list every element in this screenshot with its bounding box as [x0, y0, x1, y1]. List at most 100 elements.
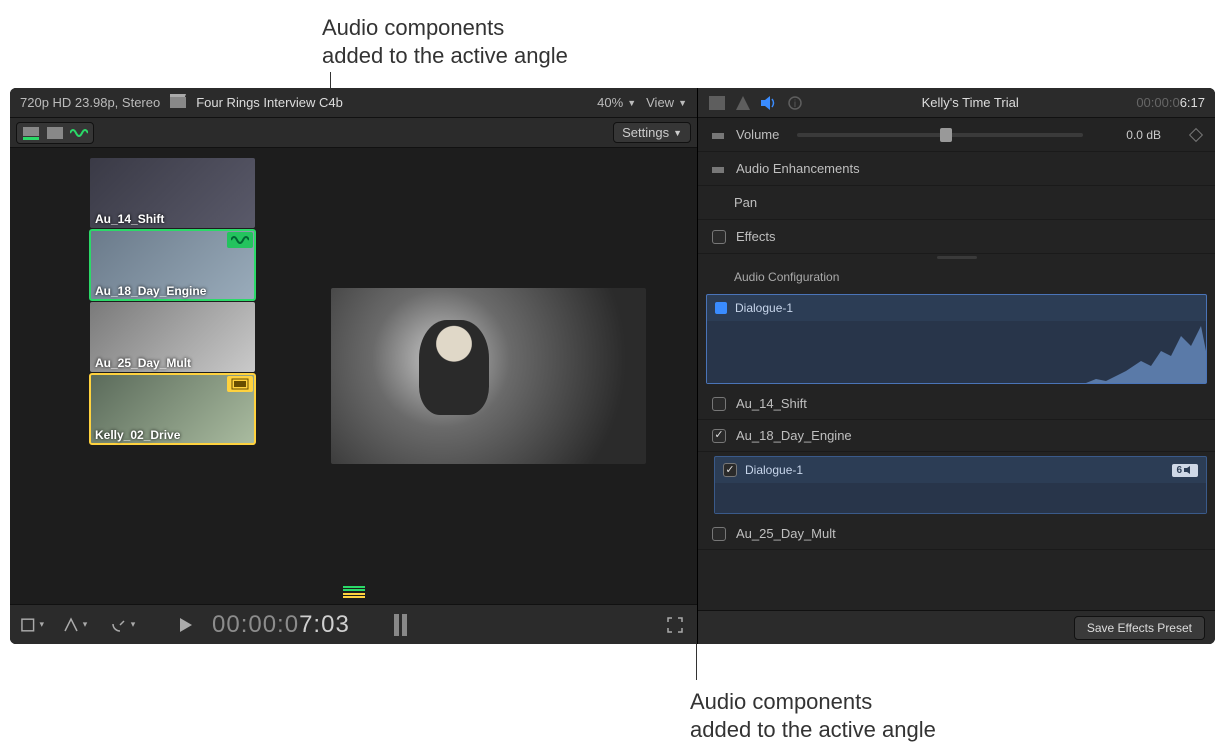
component-label: Au_25_Day_Mult: [736, 526, 836, 541]
speed-tool-dropdown[interactable]: ▾: [106, 615, 140, 635]
play-button[interactable]: [174, 615, 198, 635]
component-label: Au_14_Shift: [736, 396, 807, 411]
preview-area: [280, 148, 697, 604]
audio-config-title: Audio Configuration: [698, 260, 1215, 290]
multicam-role-icon: [715, 302, 727, 314]
audio-sub-component[interactable]: Dialogue-1 6: [714, 456, 1207, 514]
inspector-tc-bright: 6:17: [1180, 95, 1205, 110]
viewer-clip-title: Four Rings Interview C4b: [196, 95, 343, 110]
audio-component-row[interactable]: Au_14_Shift: [698, 388, 1215, 420]
timecode-display[interactable]: 00:00:07:03: [212, 610, 350, 639]
zoom-dropdown[interactable]: 40% ▼: [597, 95, 636, 110]
angle-viewer-panel: 720p HD 23.98p, Stereo Four Rings Interv…: [10, 88, 698, 644]
audio-active-badge-icon: [227, 232, 253, 248]
angle-item-active-video[interactable]: Kelly_02_Drive: [90, 374, 255, 444]
viewer-format-text: 720p HD 23.98p, Stereo: [20, 95, 160, 110]
viewer-header: 720p HD 23.98p, Stereo Four Rings Interv…: [10, 88, 697, 118]
callout-top-line1: Audio components added to the active ang…: [322, 15, 568, 68]
audio-component-main[interactable]: Dialogue-1: [706, 294, 1207, 384]
speaker-icon: [1184, 466, 1194, 474]
effects-checkbox[interactable]: [712, 230, 726, 244]
angle-item[interactable]: Au_25_Day_Mult: [90, 302, 255, 372]
switch-mode-group: [16, 122, 94, 144]
video-audio-mode-icon[interactable]: [21, 125, 41, 141]
volume-slider[interactable]: [797, 133, 1083, 137]
effects-label: Effects: [736, 229, 776, 244]
angle-toolbar: Settings ▼: [10, 118, 697, 148]
volume-readout: 0.0 dB: [1101, 128, 1161, 142]
angle-label: Au_25_Day_Mult: [90, 354, 255, 372]
component-checkbox[interactable]: [712, 397, 726, 411]
audio-enhancements-row[interactable]: Audio Enhancements: [698, 152, 1215, 186]
callout-top: Audio components added to the active ang…: [322, 14, 568, 69]
audio-only-mode-icon[interactable]: [69, 125, 89, 141]
transport-bar: ▾ ▾ ▾ 00:00:07:03: [10, 604, 697, 644]
settings-label: Settings: [622, 125, 669, 140]
inspector-clip-title: Kelly's Time Trial: [814, 95, 1126, 110]
audio-component-row[interactable]: Au_18_Day_Engine: [698, 420, 1215, 452]
component-checkbox[interactable]: [712, 429, 726, 443]
inspector-header: i Kelly's Time Trial 00:00:06:17: [698, 88, 1215, 118]
timecode-bright: 7:03: [299, 611, 350, 638]
angle-label: Au_14_Shift: [90, 210, 255, 228]
component-label: Au_18_Day_Engine: [736, 428, 852, 443]
angle-label: Au_18_Day_Engine: [90, 282, 255, 300]
audio-meter-icon: [394, 614, 407, 636]
app-window: 720p HD 23.98p, Stereo Four Rings Interv…: [10, 88, 1215, 644]
callout-bottom: Audio components added to the active ang…: [690, 688, 936, 743]
component-label: Dialogue-1: [735, 301, 793, 315]
volume-row: Volume 0.0 dB: [698, 118, 1215, 152]
enhancements-label: Audio Enhancements: [736, 161, 860, 176]
angle-item[interactable]: Au_14_Shift: [90, 158, 255, 228]
keyframe-icon[interactable]: [1189, 127, 1203, 141]
fullscreen-icon[interactable]: [663, 615, 687, 635]
callout-bottom-text: Audio components added to the active ang…: [690, 689, 936, 742]
disclosure-icon[interactable]: [712, 163, 726, 175]
effects-row[interactable]: Effects: [698, 220, 1215, 254]
inspector-timecode: 00:00:06:17: [1136, 95, 1205, 111]
audio-component-row[interactable]: Au_25_Day_Mult: [698, 518, 1215, 550]
video-inspector-tab-icon[interactable]: [708, 95, 726, 111]
disclosure-icon[interactable]: [712, 129, 726, 141]
info-inspector-tab-icon[interactable]: i: [786, 95, 804, 111]
angle-list: Au_14_Shift Au_18_Day_Engine Au_25_Day_M…: [10, 148, 280, 604]
volume-label: Volume: [736, 127, 779, 142]
component-checkbox[interactable]: [723, 463, 737, 477]
crop-tool-dropdown[interactable]: ▾: [20, 615, 44, 635]
angle-settings-dropdown[interactable]: Settings ▼: [613, 122, 691, 143]
zoom-label: 40%: [597, 95, 623, 110]
inspector-tabs: i: [708, 95, 804, 111]
component-label: Dialogue-1: [745, 463, 803, 477]
pan-label: Pan: [734, 195, 757, 210]
chevron-down-icon: ▼: [627, 98, 636, 108]
view-label: View: [646, 95, 674, 110]
channel-count: 6: [1176, 465, 1182, 476]
inspector-footer: Save Effects Preset: [698, 610, 1215, 644]
audio-inspector-tab-icon[interactable]: [760, 95, 778, 111]
timecode-dim: 00:00:0: [212, 611, 299, 638]
component-waveform: [715, 483, 1206, 513]
video-active-badge-icon: [227, 376, 253, 392]
svg-text:i: i: [794, 99, 796, 110]
volume-slider-thumb[interactable]: [940, 128, 952, 142]
color-inspector-tab-icon[interactable]: [734, 95, 752, 111]
save-effects-preset-button[interactable]: Save Effects Preset: [1074, 616, 1205, 640]
angle-label: Kelly_02_Drive: [90, 426, 255, 444]
component-header: Dialogue-1 6: [715, 457, 1206, 483]
view-dropdown[interactable]: View ▼: [646, 95, 687, 110]
video-only-mode-icon[interactable]: [45, 125, 65, 141]
angle-item-active-audio[interactable]: Au_18_Day_Engine: [90, 230, 255, 300]
pan-row[interactable]: Pan: [698, 186, 1215, 220]
component-waveform: [707, 321, 1206, 383]
component-checkbox[interactable]: [712, 527, 726, 541]
component-header: Dialogue-1: [707, 295, 1206, 321]
preview-frame: [331, 288, 646, 464]
angle-area: Au_14_Shift Au_18_Day_Engine Au_25_Day_M…: [10, 148, 697, 604]
clapper-icon: [170, 94, 186, 111]
angle-overview-icon[interactable]: [343, 586, 365, 598]
chevron-down-icon: ▼: [673, 128, 682, 138]
inspector-panel: i Kelly's Time Trial 00:00:06:17 Volume …: [698, 88, 1215, 644]
inspector-tc-dim: 00:00:0: [1136, 95, 1179, 110]
channel-badge: 6: [1172, 464, 1198, 477]
retime-tool-dropdown[interactable]: ▾: [58, 615, 92, 635]
